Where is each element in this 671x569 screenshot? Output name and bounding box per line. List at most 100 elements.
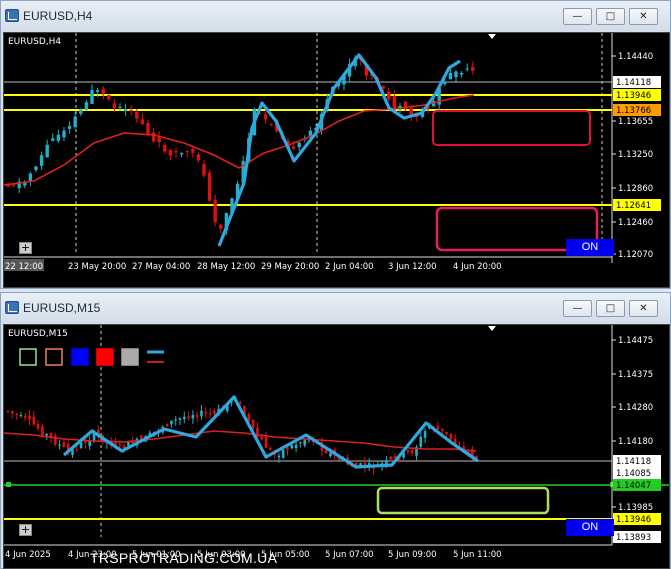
candle [419,436,423,447]
price-tick-label: 1.14280 [618,403,653,413]
price-tick-label: 1.13946 [616,91,651,101]
candle [251,419,255,428]
candle [324,449,328,454]
candle [260,436,263,440]
candle [191,148,195,153]
on-button[interactable]: ON [566,519,614,536]
candle [441,428,444,431]
price-tick-label: 1.13893 [616,533,651,543]
candle [393,456,397,458]
zigzag-line [62,395,479,469]
price-tick-label: 1.12070 [618,250,653,260]
price-tick-label: 1.13250 [618,150,653,160]
price-tick-label: 1.12641 [616,201,651,211]
window-titlebar[interactable]: EURUSD,M15 — □ ✕ [1,293,670,323]
on-button[interactable]: ON [566,239,614,256]
minimize-button[interactable]: — [563,300,592,317]
candle [157,137,161,143]
candle [45,433,48,436]
candle [168,149,173,156]
candle [118,106,122,108]
candle [73,116,77,128]
gray-swatch [121,348,139,366]
candle [140,119,145,125]
maximize-icon: □ [605,303,616,314]
candle [185,151,189,153]
candle [202,164,206,176]
time-tick-label: 5 Jun 07:00 [325,550,374,560]
window-title: EURUSD,M15 [23,301,101,315]
close-icon: ✕ [639,11,648,22]
candle [28,173,33,182]
chart-plus-button[interactable]: + [19,242,32,254]
candle [303,440,306,446]
candle [238,402,242,404]
chart-window-icon [5,301,19,314]
candle [101,88,105,95]
candle [62,130,66,138]
price-tick-label: 1.13985 [618,503,653,513]
candle [389,456,392,460]
time-tick-label: 5 Jun 11:00 [453,550,502,560]
candle [79,109,83,114]
minimize-button[interactable]: — [563,8,592,25]
price-tick-label: 1.12860 [618,184,653,194]
candle [465,68,469,70]
time-tick-label: 4 Jun 2025 [5,550,51,560]
candle [146,123,150,135]
candle [443,81,447,85]
candle [165,423,169,427]
close-button[interactable]: ✕ [629,300,658,317]
close-button[interactable]: ✕ [629,8,658,25]
candle [299,442,302,444]
level-handle [6,482,11,487]
candle [75,448,79,450]
candle [448,72,453,80]
candle [200,410,203,417]
price-chart[interactable]: 1.14440 1.14118 1.13946 1.13766 1.13655 1.132… [3,32,670,288]
watermark-text: TRSPROTRADING.COM.UA [90,550,278,566]
candle [151,132,156,142]
candle [11,411,14,414]
candle [84,102,89,110]
candle [67,125,72,129]
candle [39,155,44,166]
time-tick-label: 23 May 20:00 [68,262,126,272]
candle [34,166,38,171]
chart-plus-button[interactable]: + [19,524,32,536]
window-titlebar[interactable]: EURUSD,H4 — □ ✕ [1,1,670,31]
candle [281,449,285,458]
candle [449,433,453,440]
price-tick-label: 1.14118 [616,457,651,467]
candle [208,413,212,415]
candle [135,111,139,119]
maximize-button[interactable]: □ [596,8,625,25]
candle [269,448,272,450]
moving-average-line [4,94,475,186]
candle [41,426,44,436]
candle [196,154,201,161]
price-tick-label: 1.12460 [618,218,653,228]
price-chart[interactable]: 1.14475 1.14375 1.14280 1.14180 1.14118 1.140… [3,324,670,569]
time-tick-label: 28 May 12:00 [197,262,255,272]
candle [291,146,296,149]
candle [406,449,410,452]
maximize-button[interactable]: □ [596,300,625,317]
candle [213,199,217,223]
symbol-label: EURUSD,H4 [8,37,62,47]
candle [297,142,301,148]
candle [471,66,475,71]
demand-zone-box [376,486,550,515]
time-tick-label: 3 Jun 12:00 [388,262,437,272]
candle [118,444,122,446]
price-tick-label: 1.13766 [616,106,651,116]
candle [174,419,177,421]
salmon-outline-swatch [45,348,63,366]
minimize-icon: — [572,11,583,22]
candle [294,444,298,449]
maximize-icon: □ [605,11,616,22]
candle [19,415,23,417]
candle [112,103,117,109]
candle [56,134,61,141]
time-tick-label: 22 12:00 [5,262,43,272]
